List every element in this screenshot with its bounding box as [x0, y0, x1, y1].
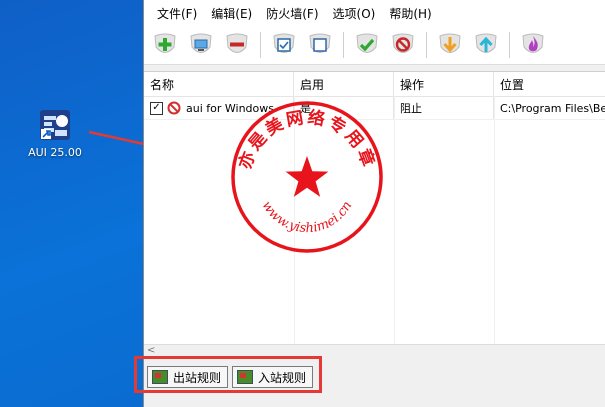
cell-name: ✓ aui for Windows	[144, 97, 294, 119]
block-icon	[167, 101, 181, 115]
cell-location: C:\Program Files\Bent	[500, 101, 605, 115]
column-divider	[394, 96, 395, 345]
rule-enabled-checkbox[interactable]: ✓	[150, 101, 163, 115]
enable-rule-button[interactable]	[271, 32, 297, 58]
move-down-icon	[439, 33, 461, 53]
move-up-button[interactable]	[473, 32, 499, 58]
add-icon	[154, 33, 176, 53]
move-up-icon	[475, 33, 497, 53]
allow-icon	[356, 33, 378, 53]
menu-edit[interactable]: 编辑(E)	[204, 5, 259, 22]
cell-enabled: 是	[294, 97, 394, 119]
toolbar-separator	[260, 32, 261, 58]
rule-name: aui for Windows	[186, 101, 274, 115]
desktop-shortcut-aui[interactable]: AUI 25.00	[22, 108, 88, 159]
menu-options[interactable]: 选项(O)	[326, 5, 383, 22]
scroll-left-arrow[interactable]: <	[147, 345, 155, 356]
firewall-mode-button[interactable]	[520, 32, 546, 58]
menu-file[interactable]: 文件(F)	[150, 5, 204, 22]
aui-app-icon	[38, 108, 72, 142]
column-header-location[interactable]: 位置	[494, 72, 605, 96]
disable-rule-button[interactable]	[307, 32, 333, 58]
check-box-icon	[273, 33, 295, 53]
toolbar	[144, 26, 605, 65]
properties-button[interactable]	[188, 32, 214, 58]
uncheck-box-icon	[309, 33, 331, 53]
toolbar-separator	[343, 32, 344, 58]
block-icon	[392, 33, 414, 53]
block-button[interactable]	[390, 32, 416, 58]
remove-icon	[226, 33, 248, 53]
remove-rule-button[interactable]	[224, 32, 250, 58]
column-header-enabled[interactable]: 启用	[294, 72, 394, 96]
column-header-name[interactable]: 名称	[144, 72, 294, 96]
firewall-window: 文件(F) 编辑(E) 防火墙(F) 选项(O) 帮助(H) 名称 启用 操作 …	[143, 0, 605, 407]
menu-bar: 文件(F) 编辑(E) 防火墙(F) 选项(O) 帮助(H)	[144, 0, 605, 26]
column-divider	[494, 96, 495, 345]
desktop-icon-label: AUI 25.00	[28, 146, 82, 159]
flame-icon	[522, 33, 544, 53]
monitor-icon	[190, 33, 212, 53]
highlight-box	[134, 356, 322, 393]
table-row[interactable]: ✓ aui for Windows 是 阻止 C:\Program Files\…	[144, 97, 605, 120]
add-rule-button[interactable]	[152, 32, 178, 58]
cell-action: 阻止	[394, 97, 494, 119]
toolbar-separator	[426, 32, 427, 58]
move-down-button[interactable]	[437, 32, 463, 58]
menu-firewall[interactable]: 防火墙(F)	[259, 5, 325, 22]
rules-list: 名称 启用 操作 位置 ✓ aui for Windows 是 阻止 C:\Pr…	[144, 71, 605, 345]
allow-button[interactable]	[354, 32, 380, 58]
toolbar-separator	[509, 32, 510, 58]
menu-help[interactable]: 帮助(H)	[382, 5, 438, 22]
column-divider	[294, 96, 295, 345]
column-header-action[interactable]: 操作	[394, 72, 494, 96]
table-header: 名称 启用 操作 位置	[144, 72, 605, 97]
